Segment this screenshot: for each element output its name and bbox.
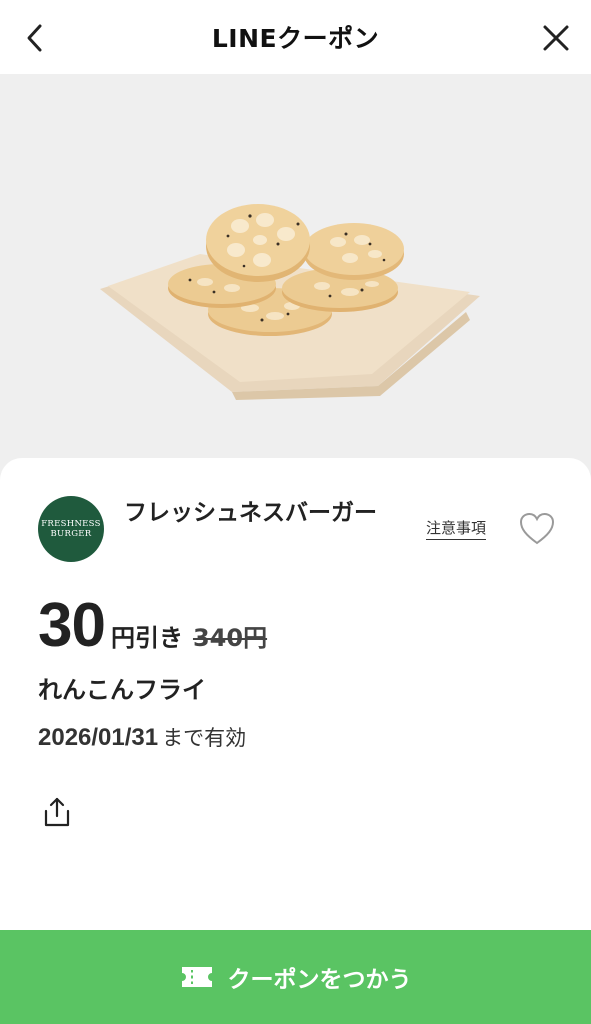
fried-lotus-root-photo bbox=[100, 204, 480, 400]
share-button[interactable] bbox=[42, 796, 72, 828]
validity: 2026/01/31 まで有効 bbox=[38, 722, 246, 752]
heart-icon bbox=[519, 512, 555, 545]
coupon-page: LINEクーポン FRESHNESS BURGER フレッシュネスバーガー 注意… bbox=[0, 0, 591, 1024]
product-image bbox=[0, 74, 591, 494]
close-icon bbox=[543, 25, 569, 51]
lotus-slice bbox=[304, 223, 404, 280]
brand-logo[interactable]: FRESHNESS BURGER bbox=[38, 496, 104, 562]
brand-logo-line-2: BURGER bbox=[50, 529, 92, 539]
top-bar: LINEクーポン bbox=[0, 0, 591, 74]
valid-suffix: まで有効 bbox=[162, 726, 247, 750]
discount-unit: 円引き bbox=[110, 624, 183, 652]
ticket-icon bbox=[181, 967, 212, 987]
discount-amount: 30 bbox=[38, 591, 106, 660]
valid-until-date: 2026/01/31 bbox=[38, 724, 159, 751]
favorite-button[interactable] bbox=[518, 511, 556, 547]
close-button[interactable] bbox=[539, 20, 573, 56]
share-icon bbox=[44, 797, 70, 827]
back-button[interactable] bbox=[18, 20, 52, 56]
use-coupon-button[interactable]: クーポンをつかう bbox=[0, 930, 591, 1024]
page-title: LINEクーポン bbox=[211, 24, 380, 53]
original-price: 340円 bbox=[192, 624, 268, 652]
discount-row: 30 円引き 340円 bbox=[38, 590, 267, 660]
notes-link[interactable]: 注意事項 bbox=[426, 517, 487, 540]
brand-name[interactable]: フレッシュネスバーガー bbox=[124, 497, 394, 529]
lotus-slice bbox=[206, 204, 310, 282]
brand-logo-line-1: FRESHNESS bbox=[41, 519, 101, 529]
chevron-left-icon bbox=[27, 24, 42, 52]
use-coupon-label: クーポンをつかう bbox=[227, 967, 412, 993]
item-name: れんこんフライ bbox=[38, 676, 206, 704]
